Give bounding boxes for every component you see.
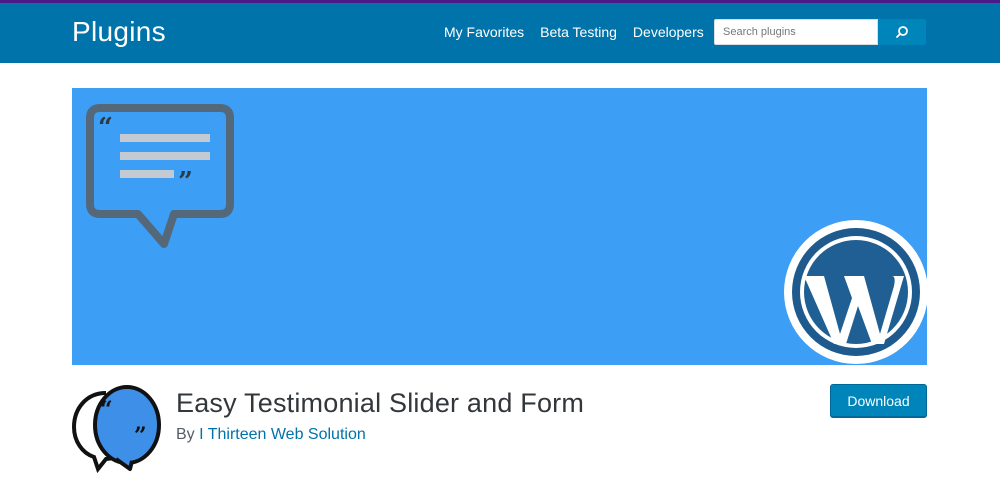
plugins-home-link[interactable]: Plugins [72,16,166,48]
plugin-banner: “ ” [72,88,927,365]
nav-my-favorites[interactable]: My Favorites [444,23,524,41]
download-button[interactable]: Download [830,384,927,417]
plugin-author: By I Thirteen Web Solution [176,426,366,444]
speech-bubble-icon: “ ” [86,104,234,248]
search-icon [896,26,908,38]
svg-text:“: “ [98,113,113,143]
svg-text:”: ” [134,423,147,449]
wordpress-logo-icon [784,220,927,364]
site-header: Plugins My Favorites Beta Testing Develo… [0,0,1000,63]
nav-developers[interactable]: Developers [633,23,704,41]
svg-text:“: “ [100,397,113,423]
search-button[interactable] [878,19,926,45]
search-input[interactable] [714,19,878,45]
author-link[interactable]: I Thirteen Web Solution [199,426,366,443]
plugin-icon: “ ” [72,385,161,473]
main-nav: My Favorites Beta Testing Developers [444,23,720,41]
search-form [714,19,926,45]
svg-text:”: ” [178,167,193,197]
nav-beta-testing[interactable]: Beta Testing [540,23,617,41]
by-label: By [176,426,195,443]
plugin-title: Easy Testimonial Slider and Form [176,388,585,418]
